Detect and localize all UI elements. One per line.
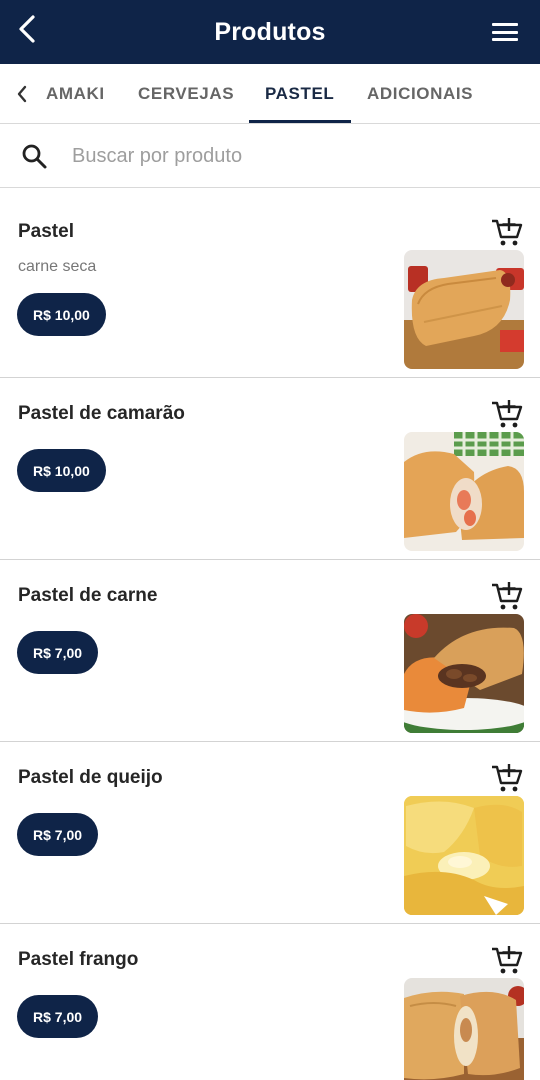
add-to-cart-icon[interactable] <box>490 580 524 612</box>
chevron-left-icon <box>19 15 35 43</box>
product-name: Pastel frango <box>18 949 139 970</box>
active-tab-indicator <box>249 120 351 123</box>
app-bar: Produtos <box>0 0 540 64</box>
add-to-cart-icon[interactable] <box>490 944 524 976</box>
chevron-left-icon <box>17 85 27 103</box>
category-tabs: AMAKI CERVEJAS PASTEL ADICIONAIS <box>0 64 540 124</box>
pastel-queijo-photo <box>404 796 524 915</box>
tabs-scroll-left-button[interactable] <box>12 80 32 108</box>
tab-cervejas[interactable]: CERVEJAS <box>138 64 234 123</box>
product-list: Pastel carne seca R$ 10,00 Pastel de cam… <box>0 196 540 1080</box>
price-badge[interactable]: R$ 7,00 <box>17 813 99 856</box>
pastel-carne-seca-photo <box>404 250 524 369</box>
search-input[interactable] <box>72 138 512 174</box>
search-bar <box>0 124 540 188</box>
product-description: carne seca <box>18 258 97 275</box>
hamburger-menu-icon <box>492 23 518 26</box>
price-badge[interactable]: R$ 10,00 <box>17 449 106 492</box>
pastel-camarao-photo <box>404 432 524 551</box>
price-badge[interactable]: R$ 7,00 <box>17 631 99 674</box>
price-badge[interactable]: R$ 10,00 <box>17 293 106 336</box>
product-item[interactable]: Pastel carne seca R$ 10,00 <box>0 196 540 378</box>
product-name: Pastel <box>18 221 74 242</box>
product-name: Pastel de carne <box>18 585 158 606</box>
tab-adicionais[interactable]: ADICIONAIS <box>367 64 473 123</box>
page-title: Produtos <box>214 17 326 46</box>
tab-amaki[interactable]: AMAKI <box>46 64 105 123</box>
product-item[interactable]: Pastel frango R$ 7,00 <box>0 924 540 1080</box>
price-badge[interactable]: R$ 7,00 <box>17 995 99 1038</box>
product-name: Pastel de queijo <box>18 767 163 788</box>
pastel-carne-photo <box>404 614 524 733</box>
search-icon <box>22 144 47 169</box>
product-name: Pastel de camarão <box>18 403 185 424</box>
pastel-frango-photo <box>404 978 524 1080</box>
add-to-cart-icon[interactable] <box>490 216 524 248</box>
product-item[interactable]: Pastel de camarão R$ 10,00 <box>0 378 540 560</box>
add-to-cart-icon[interactable] <box>490 762 524 794</box>
add-to-cart-icon[interactable] <box>490 398 524 430</box>
back-button[interactable] <box>12 12 42 46</box>
product-item[interactable]: Pastel de queijo R$ 7,00 <box>0 742 540 924</box>
product-item[interactable]: Pastel de carne R$ 7,00 <box>0 560 540 742</box>
menu-button[interactable] <box>492 20 518 44</box>
tab-pastel[interactable]: PASTEL <box>265 64 334 123</box>
